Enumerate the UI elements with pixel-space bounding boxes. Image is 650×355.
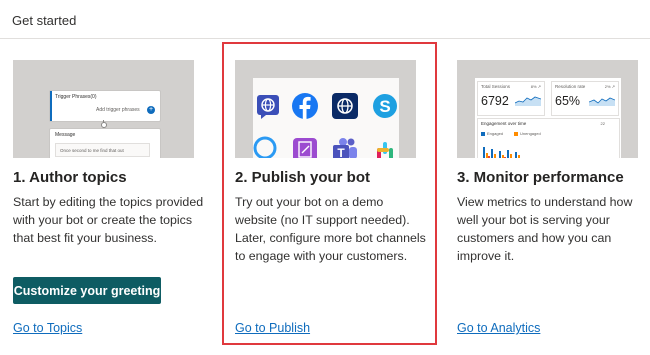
sparkline-icon [589,97,615,106]
total-sessions-kpi: Total Sessions 8% ↗ 6792 [477,81,545,116]
trigger-phrases-title: Trigger Phrases(0) [55,94,97,100]
skype-icon: S [371,92,399,120]
card-heading: 2. Publish your bot [235,169,371,186]
cortana-ring-icon [251,134,279,158]
card-description: Start by editing the topics provided wit… [13,195,204,245]
kpi-label: Resolution rate [555,84,586,89]
publish-bot-thumbnail: S T [235,60,416,158]
legend-unengaged: Unengaged [514,131,541,136]
engagement-bars [483,147,520,158]
document-edit-icon [291,136,319,158]
facebook-icon [291,92,319,120]
card-description: View metrics to understand how well your… [457,195,633,263]
add-icon: + [147,106,155,114]
sparkline-icon [515,96,541,106]
message-text: Once second to me find that out [55,143,150,157]
card-heading: 1. Author topics [13,169,127,186]
customize-greeting-button[interactable]: Customize your greeting [13,277,161,304]
message-panel: Message Once second to me find that out [49,128,161,158]
teams-icon: T [331,136,359,158]
kpi-value: 6792 [481,94,509,108]
monitor-performance-thumbnail: Total Sessions 8% ↗ 6792 Resolution rate… [457,60,638,158]
svg-text:S: S [379,97,390,116]
page-title: Get started [12,13,77,28]
engagement-chart: Engagement over time 22 Engaged Unengage… [477,118,620,158]
card-heading: 3. Monitor performance [457,169,624,186]
kpi-label: Total Sessions [481,84,511,89]
page-header: Get started [0,0,650,39]
author-topics-thumbnail: Trigger Phrases(0) Add trigger phrases +… [13,60,194,158]
go-to-topics-link[interactable]: Go to Topics [13,321,82,335]
trigger-phrases-panel: Trigger Phrases(0) Add trigger phrases + [49,90,161,122]
engagement-title: Engagement over time [481,121,527,126]
kpi-delta: 8% ↗ [530,84,541,89]
kpi-value: 65% [555,94,581,108]
go-to-publish-link[interactable]: Go to Publish [235,321,310,335]
resolution-rate-kpi: Resolution rate 2% ↗ 65% [551,81,619,116]
engagement-count: 22 [600,121,605,126]
svg-text:T: T [337,146,345,158]
card-description: Try out your bot on a demo website (no I… [235,195,426,263]
legend-engaged: Engaged [481,131,503,136]
add-trigger-label: Add trigger phrases [96,107,140,113]
message-title: Message [55,132,76,138]
kpi-delta: 2% ↗ [604,84,615,89]
go-to-analytics-link[interactable]: Go to Analytics [457,321,540,335]
globe-chat-icon [255,92,283,120]
slack-icon [371,136,399,158]
web-globe-icon [331,92,359,120]
